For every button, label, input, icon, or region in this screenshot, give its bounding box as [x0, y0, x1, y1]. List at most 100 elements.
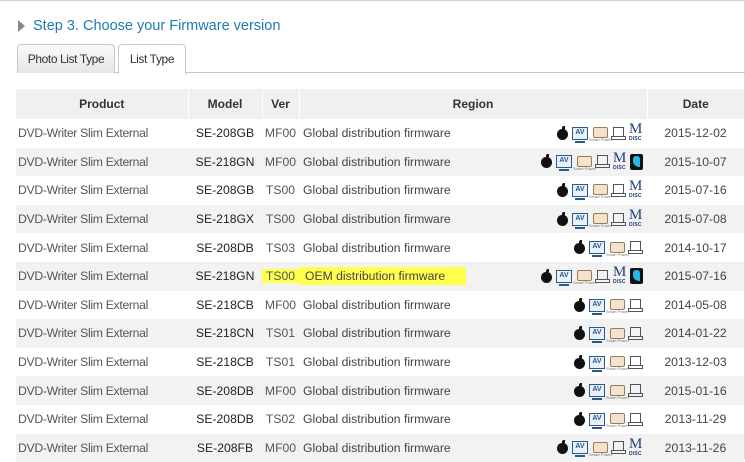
cell-ver[interactable]: MF00	[262, 291, 299, 320]
cell-product[interactable]: DVD-Writer Slim External	[16, 291, 188, 320]
tab-photo-list-type[interactable]: Photo List Type	[17, 44, 115, 73]
list-type-tabs: Photo List Type List Type	[17, 44, 745, 74]
table-row[interactable]: DVD-Writer Slim External SE-218CB MF00 Glob…	[16, 291, 744, 320]
region-highlight: OEM distribution firmware	[299, 267, 467, 286]
table-row[interactable]: DVD-Writer Slim External SE-218GN TS00 OEM …	[16, 261, 744, 291]
m-disc-icon: M DISC	[629, 207, 643, 229]
cell-region[interactable]: Global distribution firmware AV	[299, 233, 647, 262]
cell-product[interactable]: DVD-Writer Slim External	[16, 261, 188, 291]
cell-ver[interactable]: MF00	[262, 119, 299, 148]
cell-date[interactable]: 2015-01-16	[647, 376, 744, 405]
cell-product[interactable]: DVD-Writer Slim External	[16, 319, 188, 348]
ver-text: TS02	[265, 412, 296, 427]
cell-ver[interactable]: TS01	[262, 348, 299, 377]
table-row[interactable]: DVD-Writer Slim External SE-218CB TS01 Glob…	[16, 348, 744, 377]
cell-product[interactable]: DVD-Writer Slim External	[16, 147, 188, 177]
cell-region[interactable]: Global distribution firmware AV MDISC	[299, 176, 647, 205]
feature-icons: AV	[570, 326, 647, 344]
cell-region[interactable]: Global distribution firmware AV MDISC	[299, 119, 647, 148]
cell-date[interactable]: 2015-07-16	[647, 261, 744, 291]
table-row[interactable]: DVD-Writer Slim External SE-208GB TS00 Glob…	[16, 176, 744, 205]
cell-region[interactable]: Global distribution firmware AV	[299, 319, 647, 348]
smart-fw-icon	[628, 298, 643, 313]
cell-date[interactable]: 2015-07-08	[647, 204, 744, 234]
smart-power-icon	[606, 412, 629, 428]
cell-product[interactable]: DVD-Writer Slim External	[16, 433, 188, 462]
smart-fw-icon	[611, 212, 626, 227]
cell-date[interactable]: 2014-10-17	[647, 233, 744, 262]
m-disc-icon: M DISC	[629, 178, 643, 200]
firmware-table: Product Model Ver Region Date DVD-Writer…	[16, 89, 744, 462]
smart-power-icon	[589, 441, 612, 457]
cell-date[interactable]: 2013-11-29	[647, 405, 744, 434]
cell-ver[interactable]: TS00	[262, 204, 299, 234]
cell-date[interactable]: 2013-11-26	[647, 433, 744, 462]
cell-ver[interactable]: TS00	[262, 261, 299, 291]
cell-region[interactable]: Global distribution firmware AV MDISC	[299, 147, 647, 177]
cell-ver[interactable]: TS03	[262, 233, 299, 262]
table-row[interactable]: DVD-Writer Slim External SE-218GX TS00 Glob…	[16, 204, 744, 234]
apple-icon	[573, 326, 586, 341]
cell-model[interactable]: SE-218GX	[188, 204, 262, 234]
cell-model[interactable]: SE-218CN	[188, 319, 262, 348]
cell-ver[interactable]: MF00	[262, 376, 299, 405]
cell-model[interactable]: SE-208GB	[188, 176, 262, 205]
cell-region[interactable]: Global distribution firmware AV	[299, 348, 647, 377]
header-model: Model	[188, 89, 263, 119]
cell-region[interactable]: Global distribution firmware AV	[299, 376, 647, 405]
table-row[interactable]: DVD-Writer Slim External SE-218GN MF00 Glob…	[16, 147, 744, 177]
cell-region[interactable]: Global distribution firmware AV	[299, 291, 647, 320]
apple-icon	[556, 211, 569, 227]
cell-model[interactable]: SE-208GB	[188, 119, 262, 148]
cell-model[interactable]: SE-218CB	[188, 291, 262, 320]
table-row[interactable]: DVD-Writer Slim External SE-208DB TS02 Glob…	[16, 405, 744, 434]
cell-product[interactable]: DVD-Writer Slim External	[16, 348, 188, 377]
cell-date[interactable]: 2015-07-16	[647, 176, 744, 205]
cell-model[interactable]: SE-218GN	[188, 261, 262, 291]
apple-icon	[540, 268, 553, 284]
table-row[interactable]: DVD-Writer Slim External SE-218CN TS01 Glob…	[16, 319, 744, 348]
cell-product[interactable]: DVD-Writer Slim External	[16, 176, 188, 205]
cell-ver[interactable]: TS01	[262, 319, 299, 348]
cell-ver[interactable]: TS02	[262, 405, 299, 434]
cell-product[interactable]: DVD-Writer Slim External	[16, 233, 188, 262]
m-disc-icon: M DISC	[629, 435, 643, 457]
cell-product[interactable]: DVD-Writer Slim External	[16, 204, 188, 234]
header-ver: Ver	[262, 89, 300, 119]
cell-date[interactable]: 2015-12-02	[647, 119, 744, 148]
cell-ver[interactable]: TS00	[262, 176, 299, 205]
region-text: Global distribution firmware	[303, 212, 451, 227]
cell-product[interactable]: DVD-Writer Slim External	[16, 405, 188, 434]
av-icon: AV	[589, 241, 605, 258]
region-text: Global distribution firmware	[303, 326, 451, 341]
cell-date[interactable]: 2015-10-07	[647, 147, 744, 177]
cell-model[interactable]: SE-218CB	[188, 348, 262, 377]
smart-fw-icon	[628, 383, 643, 398]
cell-date[interactable]: 2014-01-22	[647, 319, 744, 348]
cell-model[interactable]: SE-218GN	[188, 147, 262, 177]
table-row[interactable]: DVD-Writer Slim External SE-208FB MF00 Glob…	[16, 433, 744, 462]
table-row[interactable]: DVD-Writer Slim External SE-208DB MF00 Glob…	[16, 376, 744, 405]
cell-date[interactable]: 2014-05-08	[647, 291, 744, 320]
cell-ver[interactable]: MF00	[262, 147, 299, 177]
tab-list-type[interactable]: List Type	[118, 44, 186, 74]
cell-region[interactable]: OEM distribution firmware AV MDISC	[299, 261, 647, 291]
cell-model[interactable]: SE-208DB	[188, 405, 262, 434]
header-product: Product	[16, 89, 189, 119]
cell-region[interactable]: Global distribution firmware AV MDISC	[299, 433, 647, 462]
cell-date[interactable]: 2013-12-03	[647, 348, 744, 377]
cell-product[interactable]: DVD-Writer Slim External	[16, 119, 188, 148]
smart-fw-icon	[628, 355, 643, 370]
cell-model[interactable]: SE-208FB	[188, 433, 262, 462]
cell-ver[interactable]: MF00	[262, 433, 299, 462]
cell-model[interactable]: SE-208DB	[188, 233, 262, 262]
smart-fw-icon	[611, 183, 626, 198]
cell-model[interactable]: SE-208DB	[188, 376, 262, 405]
av-icon: AV	[589, 327, 605, 344]
header-region: Region	[299, 89, 648, 119]
table-row[interactable]: DVD-Writer Slim External SE-208DB TS03 Glob…	[16, 233, 744, 262]
cell-region[interactable]: Global distribution firmware AV	[299, 405, 647, 434]
table-row[interactable]: DVD-Writer Slim External SE-208GB MF00 Glob…	[16, 119, 744, 148]
cell-product[interactable]: DVD-Writer Slim External	[16, 376, 188, 405]
cell-region[interactable]: Global distribution firmware AV MDISC	[299, 204, 647, 234]
